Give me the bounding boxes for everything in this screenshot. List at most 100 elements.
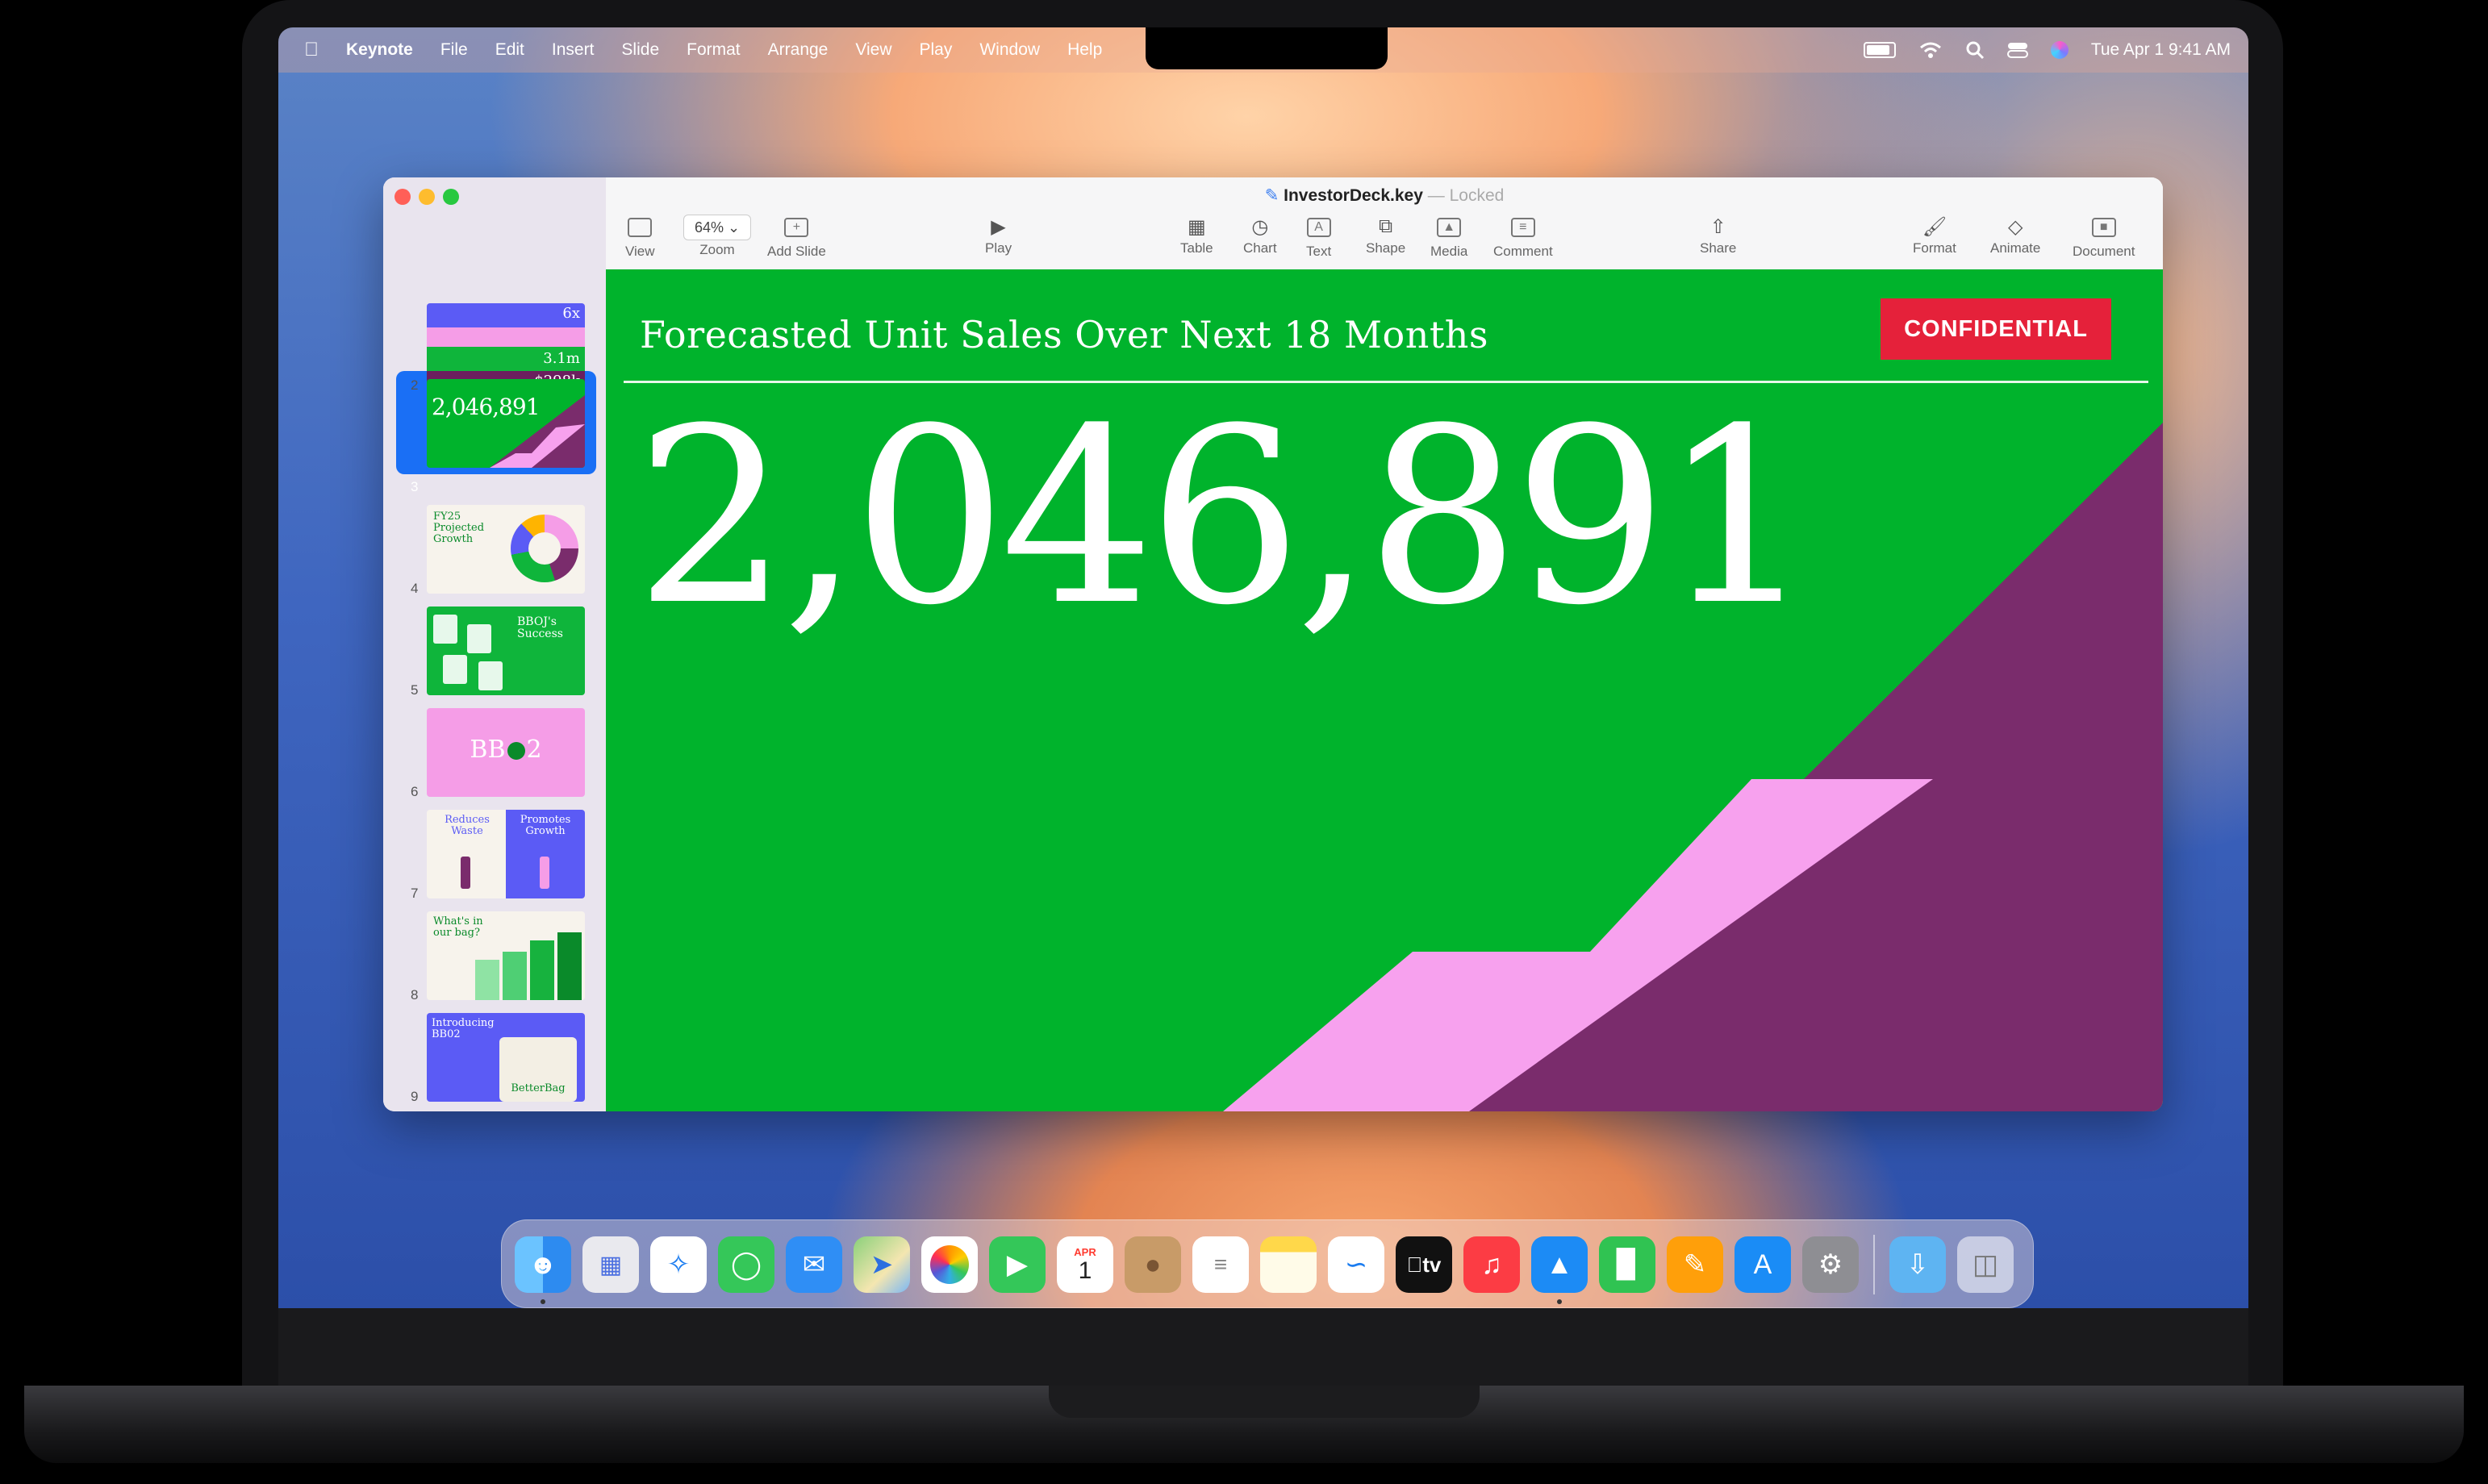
- apple-menu-icon[interactable]: : [304, 39, 319, 61]
- view-button[interactable]: View: [625, 213, 655, 260]
- music-icon[interactable]: ♫: [1463, 1236, 1520, 1293]
- menu-slide[interactable]: Slide: [621, 40, 659, 60]
- shape-icon: ⧉: [1379, 215, 1393, 237]
- add-slide-icon: +: [784, 218, 809, 237]
- menu-arrange[interactable]: Arrange: [768, 40, 829, 60]
- menu-file[interactable]: File: [440, 40, 468, 60]
- menu-view[interactable]: View: [855, 40, 891, 60]
- slide-number: 7: [411, 886, 419, 901]
- chart-icon: ◷: [1251, 215, 1269, 238]
- zoom-window-button[interactable]: [443, 189, 459, 205]
- close-window-button[interactable]: [394, 189, 411, 205]
- running-indicator: [541, 1299, 545, 1304]
- dock-separator: [1873, 1235, 1875, 1294]
- slide-thumbnail-9[interactable]: Introducing BB02 BetterBag: [427, 1013, 585, 1102]
- media-icon: ▲: [1437, 218, 1462, 237]
- app-store-icon[interactable]: A: [1735, 1236, 1791, 1293]
- slide-number: 3: [411, 479, 419, 494]
- messages-icon[interactable]: ◯: [718, 1236, 774, 1293]
- menu-extras: Tue Apr 1 9:41 AM: [1863, 27, 2231, 73]
- minimize-window-button[interactable]: [419, 189, 435, 205]
- slide-number: 5: [411, 682, 419, 698]
- slide-thumbnail-5[interactable]: BBOJ's Success: [427, 607, 585, 695]
- mail-icon[interactable]: ✉: [786, 1236, 842, 1293]
- trash-icon[interactable]: ◫: [1957, 1236, 2014, 1293]
- facetime-icon[interactable]: ▶: [989, 1236, 1046, 1293]
- battery-icon[interactable]: [1863, 42, 1896, 58]
- menu-app-name[interactable]: Keynote: [346, 40, 413, 60]
- text-button[interactable]: A Text: [1306, 213, 1331, 260]
- share-icon: ⇧: [1709, 215, 1726, 238]
- menu-edit[interactable]: Edit: [495, 40, 524, 60]
- calendar-icon[interactable]: APR 1: [1057, 1236, 1113, 1293]
- spotlight-search-icon[interactable]: [1965, 40, 1985, 60]
- confidential-badge[interactable]: CONFIDENTIAL: [1881, 298, 2111, 360]
- maps-icon[interactable]: ➤: [854, 1236, 910, 1293]
- paintbrush-icon: 🖌: [1922, 215, 1947, 238]
- menu-play[interactable]: Play: [920, 40, 953, 60]
- numbers-icon[interactable]: ▉: [1599, 1236, 1655, 1293]
- document-icon: ■: [2091, 218, 2116, 237]
- siri-icon[interactable]: [2050, 41, 2068, 59]
- slide-navigator: 2 6x 3.1m $298k 3 2,046,891 4 FY25 Proje…: [383, 177, 606, 1111]
- document-title: ✎ InvestorDeck.key — Locked: [1264, 186, 1505, 205]
- menu-help[interactable]: Help: [1067, 40, 1102, 60]
- tv-icon[interactable]: tv: [1396, 1236, 1452, 1293]
- slide-canvas[interactable]: Forecasted Unit Sales Over Next 18 Month…: [606, 269, 2163, 1111]
- text-icon: A: [1306, 218, 1331, 237]
- slide-number: 4: [411, 581, 419, 596]
- finder-icon[interactable]: ☻: [515, 1236, 571, 1293]
- control-center-icon[interactable]: [2006, 40, 2028, 60]
- launchpad-icon[interactable]: ▦: [582, 1236, 639, 1293]
- contacts-icon[interactable]: ●: [1125, 1236, 1181, 1293]
- zoom-control[interactable]: 64% ⌄ Zoom: [683, 213, 751, 258]
- keynote-icon[interactable]: ▲: [1531, 1236, 1588, 1293]
- freeform-icon[interactable]: ∽: [1328, 1236, 1384, 1293]
- reminders-icon[interactable]: ≡: [1192, 1236, 1249, 1293]
- play-button[interactable]: ▶ Play: [985, 213, 1012, 256]
- laptop-chin: [278, 1308, 2248, 1386]
- media-button[interactable]: ▲ Media: [1430, 213, 1467, 260]
- slide-number: 9: [411, 1089, 419, 1104]
- pages-icon[interactable]: ✎: [1667, 1236, 1723, 1293]
- notes-icon[interactable]: [1260, 1236, 1317, 1293]
- menu-clock[interactable]: Tue Apr 1 9:41 AM: [2091, 40, 2231, 60]
- running-indicator: [1557, 1299, 1562, 1304]
- keynote-doc-icon: ✎: [1264, 186, 1279, 205]
- chart-button[interactable]: ◷ Chart: [1243, 213, 1277, 256]
- slide-number: 2: [411, 377, 419, 393]
- dock: ☻ ▦ ✧ ◯ ✉ ➤ ▶ APR 1 ● ≡ ∽ tv ♫ ▲ ▉ ✎ A …: [501, 1219, 2034, 1308]
- animate-button[interactable]: ◇ Animate: [1990, 213, 2040, 256]
- keynote-window: 2 6x 3.1m $298k 3 2,046,891 4 FY25 Proje…: [383, 177, 2163, 1111]
- downloads-folder-icon[interactable]: ⇩: [1889, 1236, 1946, 1293]
- share-button[interactable]: ⇧ Share: [1700, 213, 1736, 256]
- photos-icon[interactable]: [921, 1236, 978, 1293]
- slide-thumbnail-6[interactable]: BB 2: [427, 708, 585, 797]
- play-icon: ▶: [991, 215, 1006, 238]
- slide-thumbnail-4[interactable]: FY25 Projected Growth: [427, 505, 585, 594]
- slide-title[interactable]: Forecasted Unit Sales Over Next 18 Month…: [640, 313, 1488, 356]
- menu-format[interactable]: Format: [687, 40, 741, 60]
- big-number[interactable]: 2,046,891: [635, 390, 1815, 644]
- laptop-groove: [1049, 1386, 1480, 1418]
- camera-notch: [1146, 27, 1388, 69]
- add-slide-button[interactable]: + Add Slide: [767, 213, 826, 260]
- zoom-select[interactable]: 64% ⌄: [683, 215, 751, 240]
- recycle-icon: [507, 742, 525, 760]
- menu-insert[interactable]: Insert: [552, 40, 595, 60]
- safari-icon[interactable]: ✧: [650, 1236, 707, 1293]
- system-settings-icon[interactable]: ⚙: [1802, 1236, 1859, 1293]
- slide-thumbnail-8[interactable]: What's in our bag?: [427, 911, 585, 1000]
- menu-window[interactable]: Window: [979, 40, 1040, 60]
- format-button[interactable]: 🖌 Format: [1913, 213, 1956, 256]
- shape-button[interactable]: ⧉ Shape: [1366, 213, 1405, 256]
- wifi-icon[interactable]: [1918, 40, 1943, 60]
- table-button[interactable]: ▦ Table: [1180, 213, 1213, 256]
- slide-thumbnail-7[interactable]: Reduces Waste Promotes Growth: [427, 810, 585, 898]
- desktop:  Keynote File Edit Insert Slide Format …: [278, 27, 2248, 1308]
- animate-icon: ◇: [2007, 215, 2023, 238]
- comment-button[interactable]: ≡ Comment: [1493, 213, 1553, 260]
- slide-number: 6: [411, 784, 419, 799]
- slide-thumbnail-3[interactable]: 2,046,891: [427, 379, 585, 468]
- document-button[interactable]: ■ Document: [2073, 213, 2135, 260]
